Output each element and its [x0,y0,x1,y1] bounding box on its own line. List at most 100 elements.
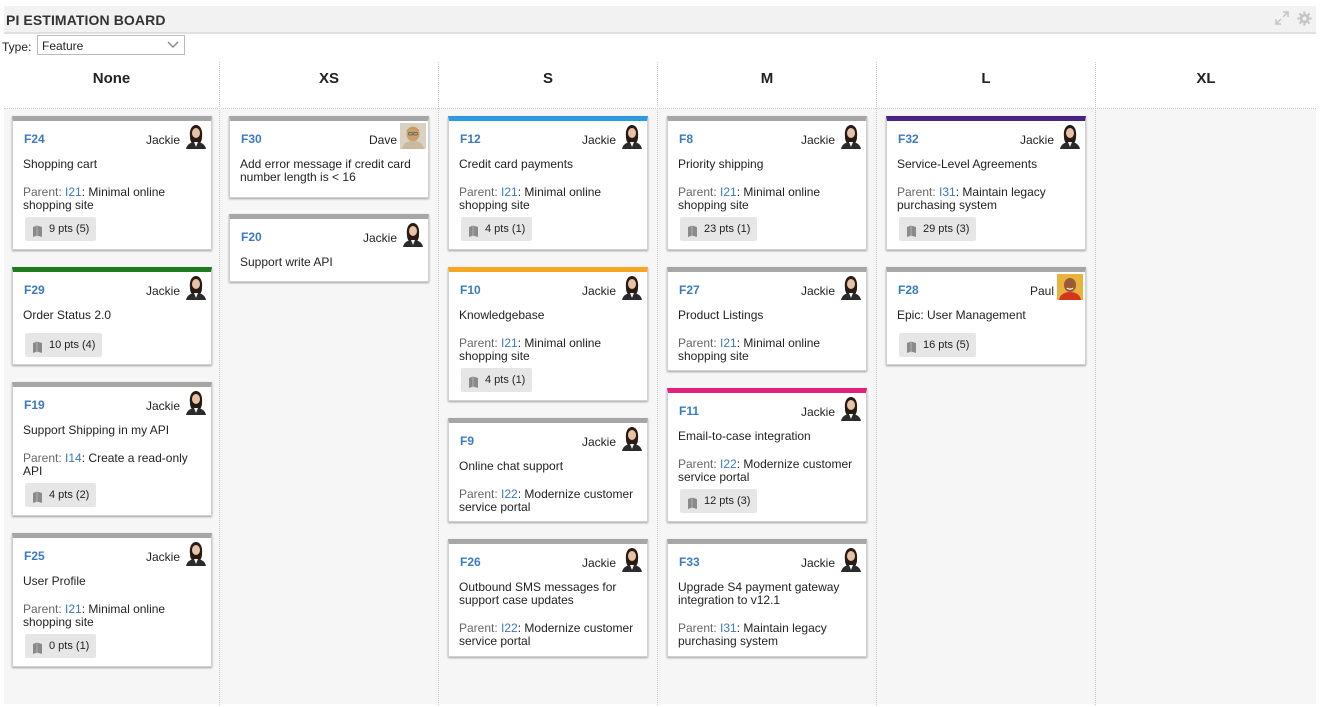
gear-icon[interactable] [1296,11,1312,27]
points-text: 23 pts (1) [704,223,751,235]
avatar [619,425,645,451]
parent-id-link[interactable]: I22 [501,487,518,501]
card-title[interactable]: Epic: User Management [897,309,1077,322]
story-book-icon [32,640,43,654]
points-badge[interactable]: 16 pts (5) [899,333,977,357]
card-title[interactable]: Credit card payments [459,158,639,171]
parent-id-link[interactable]: I31 [720,621,737,635]
card-parent: Parent: I22: Modernize customer service … [459,488,641,514]
card-id-link[interactable]: F32 [898,132,919,146]
points-badge[interactable]: 9 pts (5) [25,217,97,241]
points-badge[interactable]: 4 pts (1) [461,368,533,392]
card-id-link[interactable]: F26 [460,555,481,569]
points-badge[interactable]: 4 pts (1) [461,217,533,241]
card-f30[interactable]: F30 Dave Add error message if credit card … [229,116,429,198]
card-parent: Parent: I21: Minimal online shopping sit… [678,186,860,212]
card-id-link[interactable]: F27 [679,283,700,297]
card-id-link[interactable]: F30 [241,132,262,146]
parent-id-link[interactable]: I22 [501,621,518,635]
card-f33[interactable]: F33 Jackie Upgrade S4 payment gateway inte… [667,539,867,657]
card-title[interactable]: Upgrade S4 payment gateway integration t… [678,581,858,607]
avatar [838,395,864,421]
expand-icon[interactable] [1274,11,1290,27]
type-select-value: Feature [42,39,84,53]
card-id-link[interactable]: F20 [241,230,262,244]
card-f26[interactable]: F26 Jackie Outbound SMS messages for suppo… [448,539,648,657]
avatar [838,546,864,572]
points-badge[interactable]: 23 pts (1) [680,217,758,241]
card-f25[interactable]: F25 Jackie User Profile Parent: I21: Minima… [12,533,212,667]
card-f10[interactable]: F10 Jackie Knowledgebase Parent: I21: Minim… [448,267,648,401]
card-f19[interactable]: F19 Jackie Support Shipping in my API Paren… [12,382,212,516]
column-divider [876,62,877,705]
avatar [183,123,209,149]
card-f11[interactable]: F11 Jackie Email-to-case integration Parent… [667,388,867,522]
card-parent: Parent: I22: Modernize customer service … [678,458,860,484]
parent-id-link[interactable]: I21 [720,185,737,199]
card-title[interactable]: Priority shipping [678,158,858,171]
card-title[interactable]: User Profile [23,575,203,588]
story-book-icon [906,339,917,353]
card-id-link[interactable]: F28 [898,283,919,297]
card-id-link[interactable]: F10 [460,283,481,297]
card-id-link[interactable]: F19 [24,398,45,412]
card-owner: Jackie [581,284,616,298]
card-title[interactable]: Knowledgebase [459,309,639,322]
parent-id-link[interactable]: I21 [65,602,82,616]
parent-id-link[interactable]: I21 [720,336,737,350]
card-f9[interactable]: F9 Jackie Online chat support Parent: I22: … [448,418,648,522]
card-title[interactable]: Support write API [240,256,420,269]
card-title[interactable]: Outbound SMS messages for support case u… [459,581,639,607]
card-id-link[interactable]: F29 [24,283,45,297]
parent-label: Parent: [678,185,717,199]
card-id-link[interactable]: F33 [679,555,700,569]
parent-id-link[interactable]: I21 [501,336,518,350]
points-text: 4 pts (1) [485,374,526,386]
card-f28[interactable]: F28 Paul Epic: User Management 16 pts (5) [886,267,1086,365]
card-f29[interactable]: F29 Jackie Order Status 2.0 10 pts (4) [12,267,212,365]
card-title[interactable]: Product Listings [678,309,858,322]
card-f32[interactable]: F32 Jackie Service-Level Agreements Parent:… [886,116,1086,250]
card-title[interactable]: Shopping cart [23,158,203,171]
card-id-link[interactable]: F8 [679,132,693,146]
column-header-m: M [760,70,774,87]
card-title[interactable]: Email-to-case integration [678,430,858,443]
card-owner: Jackie [800,405,835,419]
points-badge[interactable]: 0 pts (1) [25,634,97,658]
points-badge[interactable]: 29 pts (3) [899,217,977,241]
parent-id-link[interactable]: I22 [720,457,737,471]
points-badge[interactable]: 10 pts (4) [25,333,103,357]
avatar [1057,123,1083,149]
card-f27[interactable]: F27 Jackie Product Listings Parent: I21: Mi… [667,267,867,371]
points-badge[interactable]: 4 pts (2) [25,483,97,507]
card-id-link[interactable]: F12 [460,132,481,146]
card-f8[interactable]: F8 Jackie Priority shipping Parent: I21: Mi… [667,116,867,250]
card-f24[interactable]: F24 Jackie Shopping cart Parent: I21: Minim… [12,116,212,250]
story-book-icon [32,489,43,503]
story-book-icon [32,339,43,353]
parent-id-link[interactable]: I31 [939,185,956,199]
card-title[interactable]: Add error message if credit card number … [240,158,420,184]
parent-id-link[interactable]: I21 [65,185,82,199]
card-id-link[interactable]: F24 [24,132,45,146]
parent-label: Parent: [678,336,717,350]
type-label: Type: [2,40,32,54]
parent-label: Parent: [459,621,498,635]
card-f20[interactable]: F20 Jackie Support write API [229,214,429,282]
parent-id-link[interactable]: I21 [501,185,518,199]
parent-label: Parent: [678,621,717,635]
card-f12[interactable]: F12 Jackie Credit card payments Parent: I21… [448,116,648,250]
card-id-link[interactable]: F11 [679,404,699,418]
card-title[interactable]: Support Shipping in my API [23,424,203,437]
card-id-link[interactable]: F25 [24,549,45,563]
card-id-link[interactable]: F9 [460,434,474,448]
card-title[interactable]: Order Status 2.0 [23,309,203,322]
board-title: PI ESTIMATION BOARD [6,12,166,28]
parent-id-link[interactable]: I14 [65,451,82,465]
card-owner: Jackie [581,435,616,449]
card-owner: Jackie [145,284,180,298]
type-select[interactable]: Feature [37,35,185,55]
points-badge[interactable]: 12 pts (3) [680,489,758,513]
card-title[interactable]: Online chat support [459,460,639,473]
card-title[interactable]: Service-Level Agreements [897,158,1077,171]
